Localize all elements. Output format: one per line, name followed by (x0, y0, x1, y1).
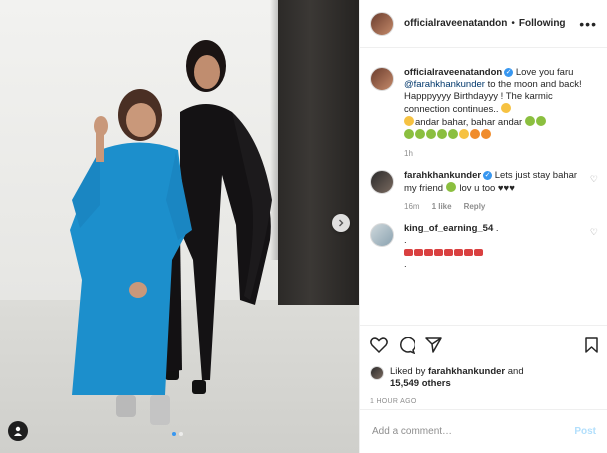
caption-mention[interactable]: @farahkhankunder (404, 79, 485, 90)
emoji-icon (404, 129, 414, 139)
follow-separator: • (511, 18, 515, 29)
photo-people (70, 40, 272, 425)
commenter-avatar[interactable] (370, 170, 394, 194)
heart-icon[interactable] (370, 337, 388, 353)
like-comment-heart-icon[interactable]: ♡ (590, 227, 598, 271)
caption-text-before: Love you faru (515, 67, 574, 78)
emoji-icon (470, 129, 480, 139)
more-horizontal-icon[interactable]: ••• (579, 16, 597, 32)
post-photo[interactable] (0, 0, 359, 453)
post-comment-button[interactable]: Post (574, 426, 596, 437)
author-avatar[interactable] (370, 11, 394, 36)
emoji-icon (404, 249, 413, 256)
emoji-icon (414, 249, 423, 256)
post-timestamp[interactable]: 1 HOUR AGO (370, 398, 598, 405)
reply-button[interactable]: Reply (464, 201, 486, 213)
share-icon[interactable] (425, 337, 442, 353)
emoji-icon (445, 182, 456, 192)
comment-icon[interactable] (398, 336, 415, 354)
commenter-username[interactable]: king_of_earning_54 (404, 223, 493, 234)
carousel-dot (179, 432, 183, 436)
comment-item: farahkhankunder ✓ Lets just stay bahar my… (370, 170, 598, 213)
liker-username[interactable]: farahkhankunder (428, 366, 505, 377)
chevron-right-icon (339, 219, 344, 227)
comment-text-end: lov u too ♥♥♥ (456, 183, 515, 194)
like-comment-heart-icon[interactable]: ♡ (590, 174, 598, 213)
emoji-icon (404, 116, 414, 126)
comment-text-line2: . (404, 235, 407, 246)
carousel-indicator (172, 432, 183, 436)
likes-mid: and (505, 366, 524, 377)
emoji-icon (444, 249, 453, 256)
likes-prefix: Liked by (390, 366, 429, 377)
emoji-icon (454, 249, 463, 256)
caption: officialraveenatandon ✓ Love you faru @fa… (370, 67, 598, 160)
carousel-dot-active (172, 432, 176, 436)
comment-likes[interactable]: 1 like (432, 201, 452, 213)
emoji-icon (415, 129, 425, 139)
caption-author-avatar[interactable] (370, 67, 394, 91)
post-sidebar: officialraveenatandon • Following ••• of… (359, 0, 607, 453)
emoji-icon (501, 103, 512, 113)
next-photo-button[interactable] (332, 214, 350, 232)
add-comment-input[interactable] (372, 426, 575, 437)
post-actions: Liked by farahkhankunder and 15,549 othe… (360, 325, 607, 405)
commenter-username[interactable]: farahkhankunder (404, 170, 481, 181)
following-button[interactable]: Following (519, 18, 566, 29)
verified-badge-icon: ✓ (504, 67, 514, 77)
user-icon (14, 426, 22, 436)
emoji-icon (459, 129, 469, 139)
emoji-icon (448, 129, 458, 139)
bookmark-icon[interactable] (585, 337, 598, 353)
liker-avatar[interactable] (370, 366, 384, 380)
verified-badge-icon: ✓ (483, 170, 493, 180)
caption-time[interactable]: 1h (404, 148, 413, 160)
comment-time[interactable]: 16m (404, 201, 420, 213)
emoji-icon (437, 129, 447, 139)
likes-summary: Liked by farahkhankunder and 15,549 othe… (370, 366, 598, 390)
emoji-icon (424, 249, 433, 256)
comments-list[interactable]: officialraveenatandon ✓ Love you faru @fa… (360, 49, 607, 324)
emoji-icon (524, 116, 535, 126)
emoji-icon (434, 249, 443, 256)
commenter-avatar[interactable] (370, 223, 394, 247)
likes-count[interactable]: 15,549 others (390, 378, 451, 389)
comment-item: king_of_earning_54 . . . ♡ (370, 223, 598, 271)
comment-text-line3: . (404, 259, 407, 270)
comment-text: . (495, 223, 499, 234)
tagged-users-button[interactable] (8, 421, 28, 441)
caption-author[interactable]: officialraveenatandon (404, 67, 502, 78)
emoji-icon (426, 129, 436, 139)
post-header: officialraveenatandon • Following ••• (360, 0, 607, 48)
emoji-icon (464, 249, 473, 256)
emoji-icon (481, 129, 491, 139)
add-comment-bar: Post (360, 409, 607, 453)
emoji-icon (535, 116, 546, 126)
caption-line2: andar bahar, bahar andar (415, 117, 523, 128)
author-username[interactable]: officialraveenatandon (404, 18, 507, 29)
emoji-icon (474, 249, 483, 256)
